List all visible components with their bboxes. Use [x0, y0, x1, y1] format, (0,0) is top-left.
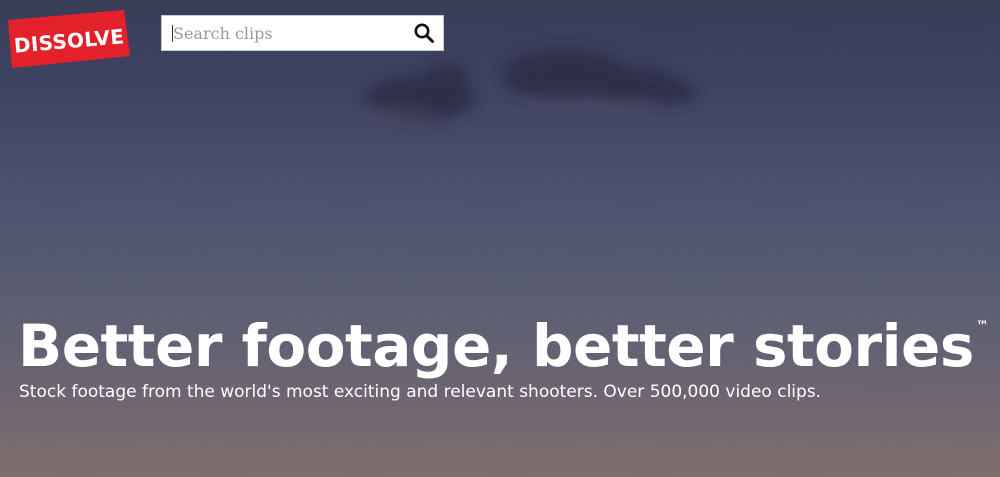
- hero-subheadline: Stock footage from the world's most exci…: [19, 382, 822, 402]
- text-cursor: [172, 25, 173, 42]
- trademark-symbol: ™: [975, 319, 989, 334]
- dissolve-logo[interactable]: DISSOLVE: [8, 10, 130, 68]
- search-box: [161, 15, 444, 51]
- hero-background: [0, 0, 1000, 477]
- headline-text: Better footage, better stories: [18, 312, 974, 380]
- hero-headline: Better footage, better stories ™: [18, 292, 989, 381]
- search-icon[interactable]: [413, 22, 435, 44]
- texture-overlay: [0, 0, 1000, 477]
- search-input[interactable]: [162, 16, 402, 50]
